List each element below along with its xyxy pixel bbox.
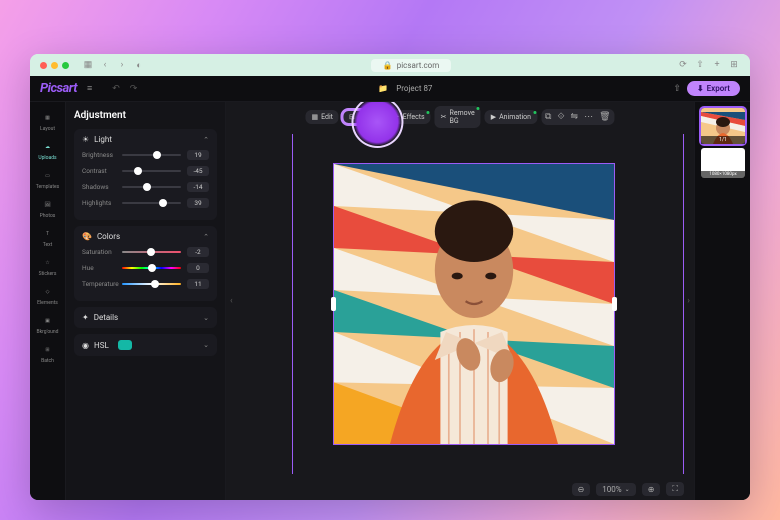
contextual-toolbar: ▦Edit ⊟Adjust ✦Effects ✂Remove BG ▶Anima… bbox=[305, 106, 614, 128]
chevron-down-icon: ⌄ bbox=[203, 341, 209, 349]
zoom-in-button[interactable]: ⊕ bbox=[642, 483, 661, 496]
rail-item-background[interactable]: ▣Bkrg'ound bbox=[33, 311, 63, 338]
slider-contrast[interactable]: Contrast -45 bbox=[82, 166, 209, 176]
download-icon: ⬇ bbox=[697, 84, 704, 93]
undo-icon[interactable]: ↶ bbox=[112, 84, 120, 94]
layer-thumb-blank[interactable]: 1080×1080px bbox=[701, 148, 745, 178]
tool-transform-group: ⧉ ⟐ ⇋ ⋯ 🗑 bbox=[541, 109, 615, 125]
rail-item-batch[interactable]: ⊞Batch bbox=[33, 340, 63, 367]
tool-animation[interactable]: ▶Animation bbox=[485, 110, 537, 124]
browser-window: ▦ ‹ › ◐ 🔒 picsart.com ⟳ ⇧ + ⊞ Picsart ≡ … bbox=[30, 54, 750, 500]
rail-item-text[interactable]: TText bbox=[33, 224, 63, 251]
new-tab-icon[interactable]: + bbox=[711, 59, 723, 71]
zoom-level[interactable]: 100% ⌄ bbox=[596, 483, 635, 496]
chevron-down-icon: ⌄ bbox=[203, 314, 209, 322]
left-icon-rail: ▦Layout ☁Uploads ▭Templates 🖼Photos TTex… bbox=[30, 102, 66, 500]
guide-right bbox=[683, 134, 684, 474]
project-name[interactable]: Project 87 bbox=[396, 84, 432, 93]
crop-icon[interactable]: ⟐ bbox=[557, 112, 564, 122]
fit-screen-button[interactable]: ⛶ bbox=[666, 482, 684, 496]
resize-handle-right[interactable] bbox=[612, 297, 617, 311]
redo-icon[interactable]: ↷ bbox=[130, 84, 138, 94]
slider-brightness[interactable]: Brightness 19 bbox=[82, 150, 209, 160]
rail-item-photos[interactable]: 🖼Photos bbox=[33, 195, 63, 222]
share-icon[interactable]: ⇧ bbox=[694, 59, 706, 71]
slider-temperature[interactable]: Temperature 11 bbox=[82, 279, 209, 289]
rail-item-stickers[interactable]: ☆Stickers bbox=[33, 253, 63, 280]
section-hsl[interactable]: ◉ HSL ⌄ bbox=[74, 334, 217, 356]
app-topbar: Picsart ≡ ↶ ↷ 📁 Project 87 ⇧ ⬇ Export bbox=[30, 76, 750, 102]
nav-forward-icon[interactable]: › bbox=[116, 59, 128, 71]
address-bar[interactable]: 🔒 picsart.com bbox=[150, 59, 672, 72]
url-host: picsart.com bbox=[397, 61, 440, 70]
tool-edit[interactable]: ▦Edit bbox=[305, 110, 338, 124]
chevron-down-icon: ⌄ bbox=[625, 486, 630, 493]
palette-icon: 🎨 bbox=[82, 232, 92, 241]
shield-icon[interactable]: ◐ bbox=[133, 59, 145, 71]
artboard[interactable] bbox=[334, 164, 614, 444]
brand-logo[interactable]: Picsart bbox=[40, 81, 77, 96]
canvas-prev-icon[interactable]: ‹ bbox=[228, 288, 235, 314]
section-head-light[interactable]: ☀ Light ⌃ bbox=[82, 135, 209, 144]
slider-highlights[interactable]: Highlights 39 bbox=[82, 198, 209, 208]
share-app-icon[interactable]: ⇧ bbox=[673, 84, 681, 94]
hsl-badge bbox=[118, 340, 132, 350]
sun-icon: ☀ bbox=[82, 135, 89, 144]
section-head-colors[interactable]: 🎨 Colors ⌃ bbox=[82, 232, 209, 241]
duplicate-icon[interactable]: ⧉ bbox=[545, 112, 551, 122]
app-main: ▦Layout ☁Uploads ▭Templates 🖼Photos TTex… bbox=[30, 102, 750, 500]
traffic-lights[interactable] bbox=[40, 62, 69, 69]
section-colors: 🎨 Colors ⌃ Saturation -2 Hue bbox=[74, 226, 217, 301]
section-details[interactable]: ✦ Details ⌄ bbox=[74, 307, 217, 328]
hsl-icon: ◉ bbox=[82, 341, 89, 350]
folder-icon: 📁 bbox=[378, 84, 388, 93]
layer-thumb-1[interactable]: 1/1 bbox=[701, 108, 745, 144]
export-button[interactable]: ⬇ Export bbox=[687, 81, 740, 96]
canvas-next-icon[interactable]: › bbox=[685, 288, 692, 314]
rail-item-layout[interactable]: ▦Layout bbox=[33, 108, 63, 135]
sparkle-icon: ✦ bbox=[82, 313, 89, 322]
picsart-app: Picsart ≡ ↶ ↷ 📁 Project 87 ⇧ ⬇ Export bbox=[30, 76, 750, 500]
tool-adjust[interactable]: ⊟Adjust bbox=[343, 110, 384, 124]
canvas-image bbox=[334, 164, 614, 444]
nav-back-icon[interactable]: ‹ bbox=[99, 59, 111, 71]
slider-saturation[interactable]: Saturation -2 bbox=[82, 247, 209, 257]
tool-removebg[interactable]: ✂Remove BG bbox=[435, 106, 481, 128]
canvas-area: ▦Edit ⊟Adjust ✦Effects ✂Remove BG ▶Anima… bbox=[226, 102, 694, 500]
chevron-up-icon: ⌃ bbox=[203, 233, 209, 241]
flip-icon[interactable]: ⇋ bbox=[571, 112, 579, 122]
rail-item-elements[interactable]: ◇Elements bbox=[33, 282, 63, 309]
guide-left bbox=[292, 134, 293, 474]
canvas[interactable] bbox=[264, 134, 684, 474]
slider-hue[interactable]: Hue 0 bbox=[82, 263, 209, 273]
lock-icon: 🔒 bbox=[383, 61, 393, 70]
refresh-icon[interactable]: ⟳ bbox=[677, 59, 689, 71]
panel-title: Adjustment bbox=[74, 110, 217, 121]
zoom-out-button[interactable]: ⊖ bbox=[572, 483, 591, 496]
browser-toolbar: ▦ ‹ › ◐ 🔒 picsart.com ⟳ ⇧ + ⊞ bbox=[30, 54, 750, 76]
rail-item-uploads[interactable]: ☁Uploads bbox=[33, 137, 63, 164]
more-icon[interactable]: ⋯ bbox=[584, 112, 593, 122]
delete-icon[interactable]: 🗑 bbox=[599, 112, 610, 122]
adjustment-panel: Adjustment ☀ Light ⌃ Brightness 19 bbox=[66, 102, 226, 500]
menu-icon[interactable]: ≡ bbox=[87, 83, 92, 94]
sidebar-toggle-icon[interactable]: ▦ bbox=[82, 59, 94, 71]
resize-handle-left[interactable] bbox=[331, 297, 336, 311]
tabs-icon[interactable]: ⊞ bbox=[728, 59, 740, 71]
tool-effects[interactable]: ✦Effects bbox=[388, 110, 431, 124]
section-light: ☀ Light ⌃ Brightness 19 Contrast bbox=[74, 129, 217, 220]
slider-shadows[interactable]: Shadows -14 bbox=[82, 182, 209, 192]
canvas-bottom-bar: ⊖ 100% ⌄ ⊕ ⛶ bbox=[572, 482, 684, 496]
chevron-up-icon: ⌃ bbox=[203, 136, 209, 144]
rail-item-templates[interactable]: ▭Templates bbox=[33, 166, 63, 193]
layers-rail: 1/1 1080×1080px bbox=[694, 102, 750, 500]
